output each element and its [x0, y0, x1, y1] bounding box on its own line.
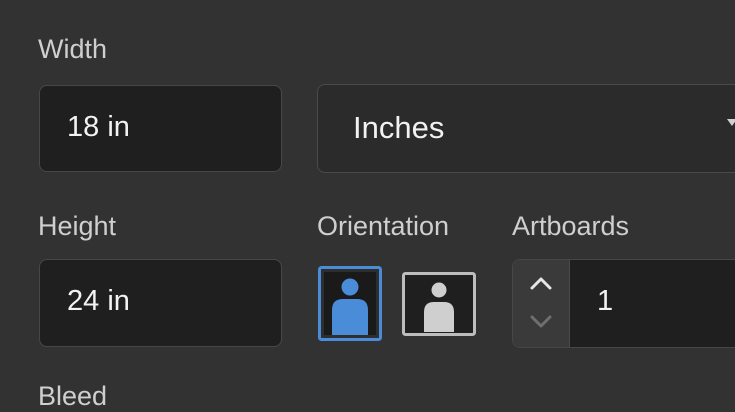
document-setup-panel: { "width": { "label": "Width", "value": … [0, 0, 735, 411]
landscape-orientation-button[interactable] [402, 272, 476, 336]
decrement-button[interactable] [513, 304, 569, 347]
chevron-down-icon [530, 315, 552, 328]
chevron-up-icon [530, 277, 552, 290]
portrait-orientation-button[interactable] [318, 266, 382, 341]
artboards-stepper[interactable]: 1 [512, 259, 735, 348]
height-label: Height [38, 211, 117, 241]
height-field[interactable]: 24 in [39, 259, 282, 347]
orientation-label: Orientation [317, 211, 450, 241]
stepper-arrows [513, 260, 570, 347]
artboards-label: Artboards [512, 211, 630, 241]
chevron-down-icon [727, 119, 735, 126]
width-value: 18 in [67, 111, 130, 143]
bleed-label: Bleed [38, 381, 108, 411]
width-label: Width [38, 34, 108, 64]
landscape-orientation-icon [402, 272, 476, 336]
width-field[interactable]: 18 in [39, 85, 282, 172]
artboards-value: 1 [597, 285, 614, 317]
units-dropdown[interactable]: Inches [317, 84, 735, 173]
increment-button[interactable] [513, 260, 569, 303]
portrait-orientation-icon [318, 266, 382, 341]
height-value: 24 in [67, 285, 130, 317]
units-selected-value: Inches [353, 110, 445, 145]
